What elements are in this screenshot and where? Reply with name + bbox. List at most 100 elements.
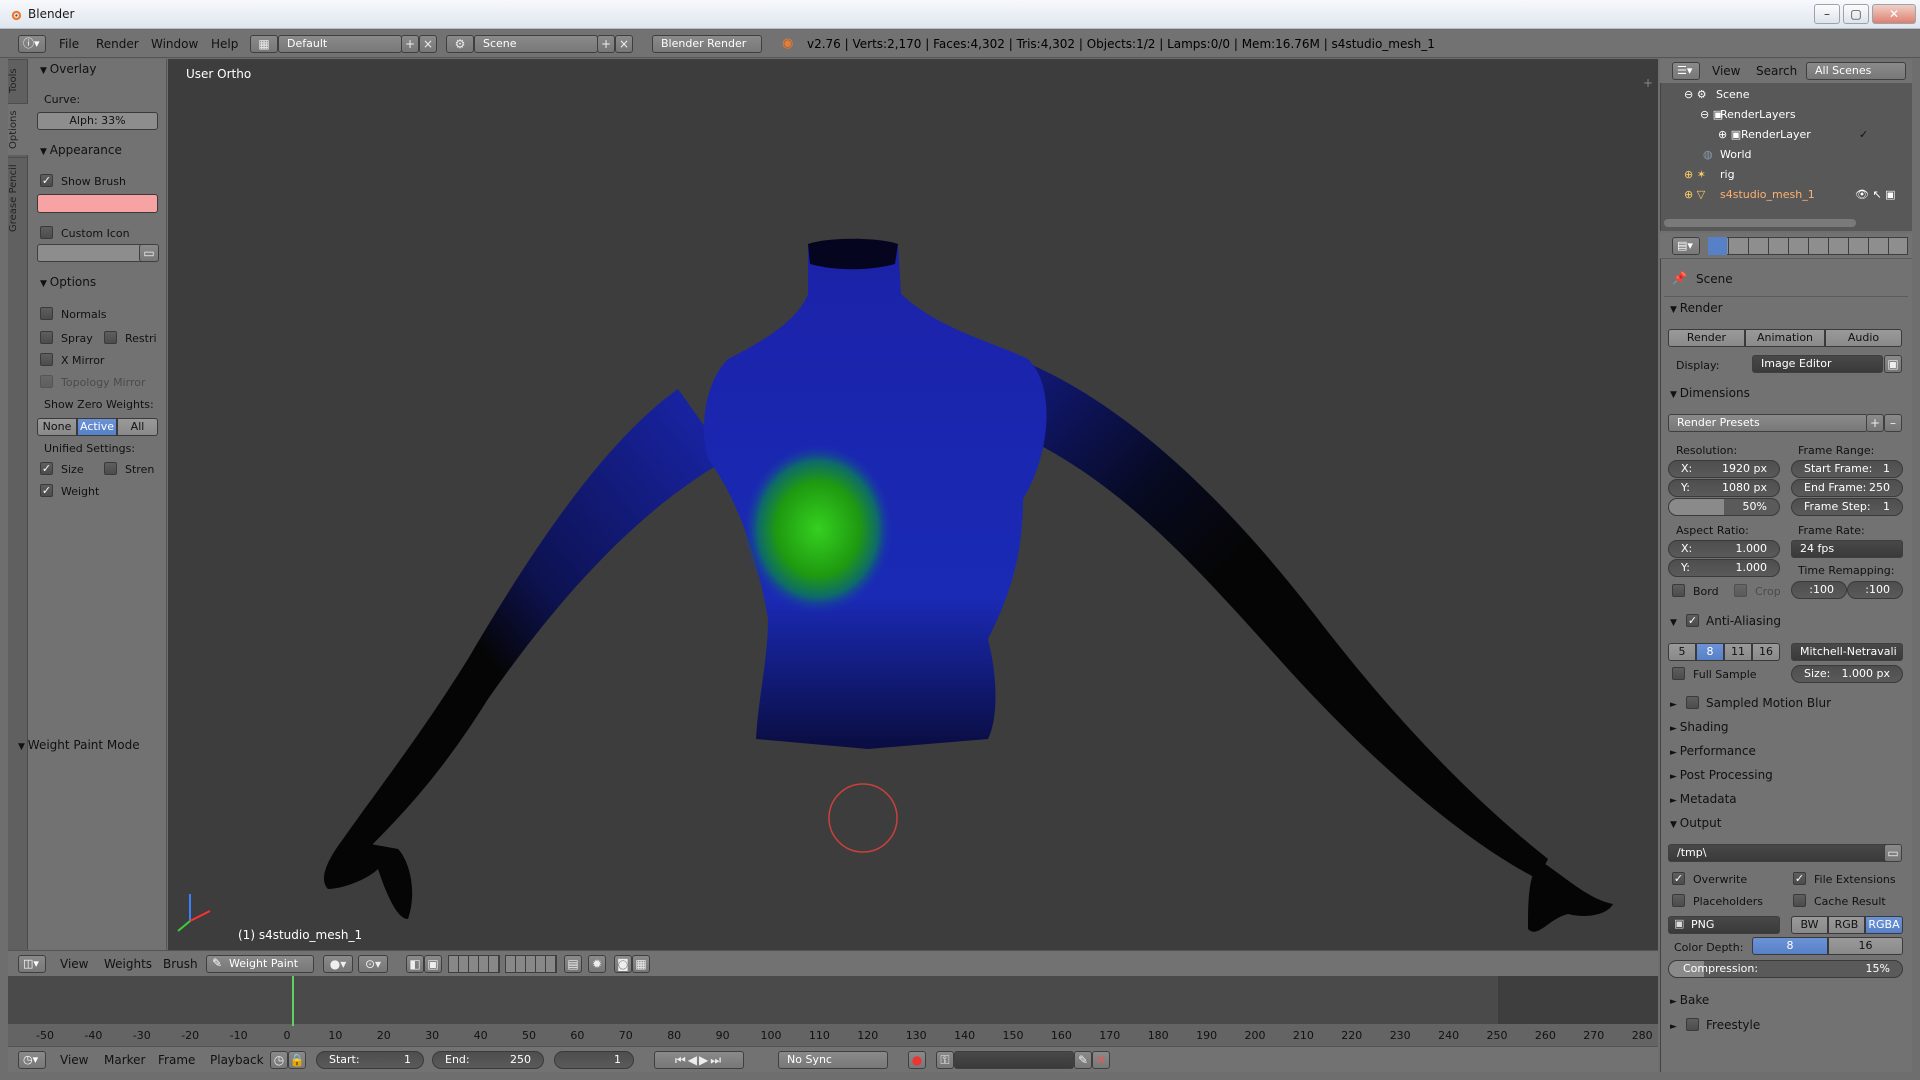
menu-file[interactable]: File: [59, 37, 79, 51]
render-context-icon[interactable]: [1708, 237, 1727, 255]
render-panel-title[interactable]: Render: [1670, 301, 1723, 315]
anti-aliasing-checkbox[interactable]: ✓: [1686, 614, 1699, 627]
aspect-x-field[interactable]: X: 1.000: [1668, 540, 1780, 558]
options-panel-title[interactable]: Options: [40, 275, 96, 289]
show-brush-checkbox[interactable]: ✓: [40, 174, 53, 187]
keying-set-field[interactable]: [954, 1051, 1074, 1069]
tab-grease-pencil[interactable]: Grease Pencil: [8, 157, 28, 239]
editor-type-timeline-icon[interactable]: ◷▾: [18, 1051, 46, 1069]
spray-checkbox[interactable]: ✓: [40, 331, 53, 344]
outliner-scene[interactable]: Scene: [1716, 88, 1750, 101]
bake-panel[interactable]: Bake: [1670, 993, 1710, 1007]
minimize-button[interactable]: –: [1814, 4, 1840, 24]
overlay-panel-title[interactable]: Overlay: [40, 62, 97, 76]
cache-result-checkbox[interactable]: ✓: [1793, 894, 1806, 907]
aa-samples-16[interactable]: 16: [1752, 643, 1780, 661]
delete-key-icon[interactable]: ✕: [1092, 1051, 1110, 1069]
close-button[interactable]: ✕: [1872, 4, 1916, 24]
menu-help[interactable]: Help: [211, 37, 238, 51]
viewport-shading-icon[interactable]: ●▾: [323, 955, 353, 973]
outliner-rig[interactable]: rig: [1720, 168, 1735, 181]
editor-type-3d-icon[interactable]: ◫▾: [18, 955, 46, 973]
unified-strength-checkbox[interactable]: ✓: [104, 462, 117, 475]
brush-color-swatch[interactable]: [37, 194, 158, 213]
dimensions-panel-title[interactable]: Dimensions: [1670, 386, 1750, 400]
outliner-menu-search[interactable]: Search: [1756, 64, 1797, 78]
freestyle-panel[interactable]: Freestyle: [1706, 1018, 1760, 1032]
preview-range-icon[interactable]: ◷: [270, 1051, 288, 1069]
outliner[interactable]: [1660, 59, 1912, 231]
file-extensions-checkbox[interactable]: ✓: [1793, 872, 1806, 885]
screen-layout-icon[interactable]: ▦: [250, 35, 278, 53]
motion-blur-collapse-icon[interactable]: [1670, 696, 1684, 710]
zero-weights-active[interactable]: Active: [77, 418, 117, 436]
start-frame-prop[interactable]: Start Frame: 1: [1791, 460, 1903, 478]
add-layout-icon[interactable]: +: [401, 35, 419, 53]
outliner-mesh[interactable]: s4studio_mesh_1: [1720, 188, 1815, 201]
crop-checkbox[interactable]: ✓: [1734, 584, 1747, 597]
snap-icon[interactable]: ✹: [588, 955, 606, 973]
resolution-y-field[interactable]: Y: 1080 px: [1668, 479, 1780, 497]
aa-size-field[interactable]: Size: 1.000 px: [1791, 665, 1903, 683]
resolution-x-field[interactable]: X: 1920 px: [1668, 460, 1780, 478]
full-sample-checkbox[interactable]: ✓: [1672, 667, 1685, 680]
color-depth-16[interactable]: 16: [1828, 937, 1903, 955]
outliner-filter-select[interactable]: All Scenes: [1806, 62, 1906, 80]
remap-new-field[interactable]: :100: [1847, 581, 1903, 599]
aspect-y-field[interactable]: Y: 1.000: [1668, 559, 1780, 577]
menu-weights[interactable]: Weights: [104, 957, 152, 971]
display-select[interactable]: Image Editor: [1752, 355, 1883, 373]
audio-button[interactable]: Audio: [1825, 329, 1902, 347]
output-panel-title[interactable]: Output: [1670, 816, 1722, 830]
topology-mirror-checkbox[interactable]: ✓: [40, 375, 53, 388]
unified-weight-checkbox[interactable]: ✓: [40, 484, 53, 497]
anti-aliasing-collapse-icon[interactable]: [1670, 614, 1677, 628]
alpha-slider[interactable]: Alph: 33%: [37, 112, 158, 130]
tab-tools[interactable]: Tools: [8, 59, 28, 101]
outliner-renderlayers[interactable]: RenderLayers: [1720, 108, 1796, 121]
pivot-point-icon[interactable]: ⊙▾: [358, 955, 388, 973]
outliner-world[interactable]: World: [1720, 148, 1752, 161]
maximize-button[interactable]: ▢: [1843, 4, 1869, 24]
scene-field[interactable]: Scene: [474, 35, 598, 53]
freestyle-collapse-icon[interactable]: [1670, 1018, 1684, 1032]
local-view-icon[interactable]: ▤: [564, 955, 582, 973]
performance-panel[interactable]: Performance: [1670, 744, 1756, 758]
resolution-percent-slider[interactable]: 50%: [1668, 498, 1780, 516]
mode-select[interactable]: Weight Paint: [206, 955, 314, 973]
visibility-eye-icon[interactable]: 👁 ↖ ▣: [1855, 188, 1896, 201]
vertex-mask-icon[interactable]: ▣: [424, 955, 442, 973]
remove-scene-icon[interactable]: ×: [615, 35, 633, 53]
compression-slider[interactable]: Compression: 15%: [1668, 960, 1903, 978]
aa-samples-8[interactable]: 8: [1696, 643, 1724, 661]
output-folder-icon[interactable]: ▭: [1884, 844, 1902, 862]
border-checkbox[interactable]: ✓: [1672, 584, 1685, 597]
zero-weights-none[interactable]: None: [37, 418, 77, 436]
lock-range-icon[interactable]: 🔒: [288, 1051, 306, 1069]
menu-marker[interactable]: Marker: [104, 1053, 145, 1067]
end-frame-prop[interactable]: End Frame: 250: [1791, 479, 1903, 497]
frame-rate-select[interactable]: 24 fps: [1791, 540, 1903, 558]
weight-paint-mode-panel[interactable]: Weight Paint Mode: [18, 738, 140, 752]
menu-timeline-view[interactable]: View: [60, 1053, 88, 1067]
start-frame-field[interactable]: Start: 1: [316, 1051, 424, 1069]
menu-render[interactable]: Render: [96, 37, 139, 51]
freestyle-checkbox[interactable]: ✓: [1686, 1018, 1699, 1031]
render-animation-icon[interactable]: ▦: [632, 955, 650, 973]
appearance-panel-title[interactable]: Appearance: [40, 143, 122, 157]
x-mirror-checkbox[interactable]: ✓: [40, 353, 53, 366]
pin-icon[interactable]: 📌: [1672, 271, 1687, 285]
motion-blur-checkbox[interactable]: ✓: [1686, 696, 1699, 709]
outliner-scrollbar[interactable]: [1664, 219, 1856, 227]
output-path-field[interactable]: /tmp\: [1668, 844, 1892, 862]
animation-button[interactable]: Animation: [1745, 329, 1825, 347]
menu-frame[interactable]: Frame: [158, 1053, 195, 1067]
color-rgb[interactable]: RGB: [1828, 916, 1865, 934]
render-presets-select[interactable]: Render Presets: [1668, 414, 1868, 432]
render-preview-icon[interactable]: ◙: [614, 955, 632, 973]
color-rgba[interactable]: RGBA: [1865, 916, 1903, 934]
layers-2-icon[interactable]: [505, 955, 557, 973]
color-bw[interactable]: BW: [1791, 916, 1828, 934]
record-icon[interactable]: ●: [908, 1051, 926, 1069]
layers-1-icon[interactable]: [448, 955, 500, 973]
